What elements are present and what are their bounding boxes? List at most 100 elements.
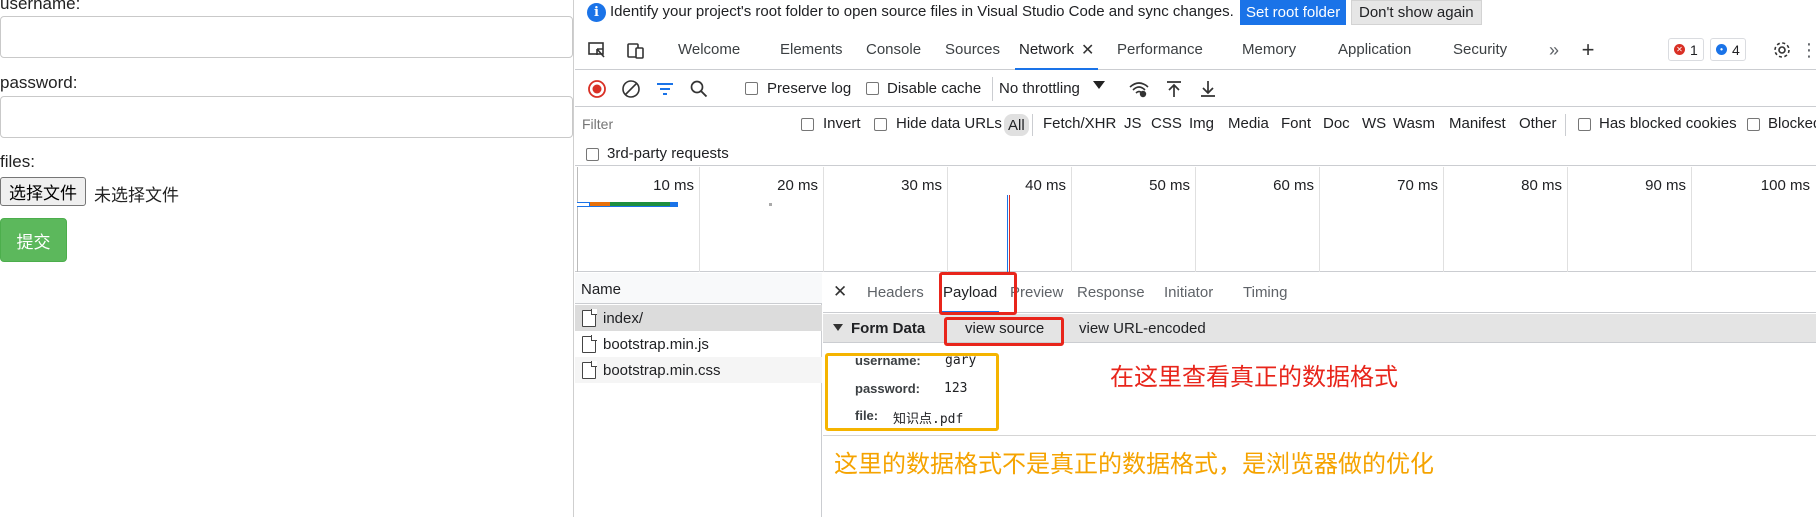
tab-preview[interactable]: Preview [1010, 284, 1063, 301]
tab-timing[interactable]: Timing [1243, 284, 1287, 301]
request-name: index/ [603, 309, 644, 327]
close-icon[interactable]: ✕ [833, 282, 847, 302]
gear-icon[interactable] [1770, 38, 1794, 62]
plus-icon[interactable]: + [1576, 37, 1600, 62]
tab-sources[interactable]: Sources [945, 30, 1000, 69]
clear-icon[interactable] [620, 78, 642, 100]
filter-type-all[interactable]: All [1004, 114, 1029, 136]
filter-type-manifest[interactable]: Manifest [1449, 115, 1506, 132]
request-row[interactable]: bootstrap.min.css [575, 357, 822, 383]
waterfall-dot [769, 203, 772, 206]
upload-icon[interactable] [1163, 78, 1185, 100]
download-icon[interactable] [1197, 78, 1219, 100]
expand-triangle-icon[interactable] [833, 324, 843, 331]
payload-highlight-box [939, 272, 1017, 315]
error-count-badge[interactable]: ✕ 1 [1668, 38, 1704, 61]
search-icon[interactable] [688, 78, 710, 100]
network-lower-pane: Name index/ bootstrap.min.js bootstrap.m… [575, 272, 1816, 517]
tab-security[interactable]: Security [1453, 30, 1507, 69]
request-list: Name index/ bootstrap.min.js bootstrap.m… [575, 273, 822, 517]
dont-show-again-button[interactable]: Don't show again [1351, 0, 1482, 25]
tick-label: 10 ms [653, 177, 694, 194]
filter-type-other[interactable]: Other [1519, 115, 1557, 132]
network-toolbar: Preserve log Disable cache No throttling [575, 71, 1816, 107]
network-overview[interactable]: 10 ms 20 ms 30 ms 40 ms 50 ms 60 ms 70 m… [575, 167, 1816, 272]
tab-application[interactable]: Application [1338, 30, 1411, 69]
device-toolbar-icon[interactable] [624, 38, 648, 62]
tab-console[interactable]: Console [866, 30, 921, 69]
filter-icon[interactable] [654, 78, 676, 100]
tab-initiator[interactable]: Initiator [1164, 284, 1213, 301]
choose-file-button[interactable]: 选择文件 [0, 177, 86, 206]
document-icon [582, 308, 597, 327]
request-row[interactable]: index/ [575, 305, 822, 331]
tab-elements[interactable]: Elements [780, 30, 843, 69]
filter-input[interactable] [579, 113, 781, 135]
preserve-log-label: Preserve log [767, 80, 852, 97]
tick-label: 100 ms [1760, 177, 1810, 194]
preserve-log-checkbox[interactable] [745, 82, 758, 95]
tick-label: 50 ms [1149, 177, 1190, 194]
has-blocked-cookies-label: Has blocked cookies [1599, 115, 1737, 132]
throttling-select[interactable]: No throttling [995, 74, 1105, 102]
has-blocked-cookies-checkbox[interactable] [1578, 118, 1591, 131]
request-detail-pane: ✕ Headers Payload Preview Response Initi… [823, 272, 1816, 517]
wifi-settings-icon[interactable] [1128, 78, 1150, 100]
filter-type-fetch-xhr[interactable]: Fetch/XHR [1043, 115, 1116, 132]
filter-type-doc[interactable]: Doc [1323, 115, 1350, 132]
form-fields-highlight-box [825, 353, 999, 431]
red-annotation: 在这里查看真正的数据格式 [1110, 363, 1398, 391]
throttling-value: No throttling [999, 79, 1080, 97]
error-icon: ✕ [1674, 44, 1685, 55]
request-row[interactable]: bootstrap.min.js [575, 331, 822, 357]
gridline [1691, 167, 1692, 272]
gridline [699, 167, 700, 272]
tab-network[interactable]: Network ✕ [1014, 30, 1099, 70]
third-party-checkbox[interactable] [586, 148, 599, 161]
disable-cache-checkbox[interactable] [866, 82, 879, 95]
infobar: i Identify your project's root folder to… [575, 0, 1816, 27]
tab-welcome[interactable]: Welcome [678, 30, 740, 69]
blocked-requests-label: Blocked [1768, 115, 1816, 132]
close-icon[interactable]: ✕ [1081, 40, 1094, 60]
chevron-down-icon [1093, 81, 1105, 89]
tab-response[interactable]: Response [1077, 284, 1145, 301]
gridline [1319, 167, 1320, 272]
submit-button[interactable]: 提交 [0, 218, 67, 262]
third-party-label: 3rd-party requests [607, 145, 729, 162]
tab-network-label: Network [1019, 41, 1075, 58]
record-stop-icon[interactable] [586, 78, 608, 100]
tab-headers[interactable]: Headers [867, 284, 924, 301]
filter-type-media[interactable]: Media [1228, 115, 1269, 132]
blocked-requests-checkbox[interactable] [1747, 118, 1760, 131]
gridline [823, 167, 824, 272]
filter-divider [1032, 114, 1033, 136]
message-count-badge[interactable]: • 4 [1710, 38, 1746, 61]
filter-type-img[interactable]: Img [1189, 115, 1214, 132]
filter-type-css[interactable]: CSS [1151, 115, 1182, 132]
filter-type-js[interactable]: JS [1124, 115, 1142, 132]
password-input[interactable] [0, 96, 573, 138]
disable-cache-label: Disable cache [887, 80, 982, 97]
tab-memory[interactable]: Memory [1242, 30, 1296, 69]
filter-type-wasm[interactable]: Wasm [1393, 115, 1435, 132]
overview-start-line [577, 167, 578, 272]
hide-data-urls-label: Hide data URLs [896, 115, 1002, 132]
waterfall-gap [577, 203, 589, 206]
username-input[interactable] [0, 16, 573, 58]
view-url-encoded-button[interactable]: view URL-encoded [1079, 320, 1206, 337]
devtools-panel: i Identify your project's root folder to… [575, 0, 1816, 517]
tab-performance[interactable]: Performance [1117, 30, 1203, 69]
filter-type-ws[interactable]: WS [1362, 115, 1386, 132]
hide-data-urls-checkbox[interactable] [874, 118, 887, 131]
gridline [1195, 167, 1196, 272]
filter-type-font[interactable]: Font [1281, 115, 1311, 132]
chevron-double-right-icon[interactable]: » [1542, 38, 1566, 62]
inspect-icon[interactable] [585, 38, 609, 62]
invert-checkbox[interactable] [801, 118, 814, 131]
gridline [947, 167, 948, 272]
tick-label: 90 ms [1645, 177, 1686, 194]
more-icon[interactable]: ⋮ [1800, 38, 1814, 62]
set-root-folder-button[interactable]: Set root folder [1240, 0, 1347, 25]
name-column-header[interactable]: Name [575, 273, 822, 304]
